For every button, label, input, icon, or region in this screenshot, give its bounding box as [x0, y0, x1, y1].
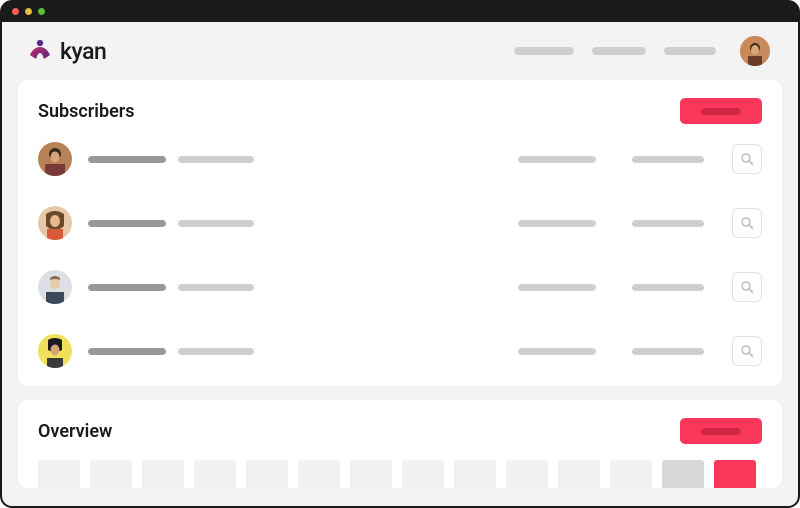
avatar: [38, 206, 72, 240]
tile[interactable]: [402, 460, 444, 488]
tile[interactable]: [506, 460, 548, 488]
subscriber-col-placeholder: [518, 348, 596, 355]
app-header: kyan: [2, 22, 798, 80]
row-search-button[interactable]: [732, 336, 762, 366]
overview-card: Overview: [18, 400, 782, 488]
subscriber-col-placeholder: [518, 156, 596, 163]
overview-primary-button[interactable]: [680, 418, 762, 444]
tile[interactable]: [194, 460, 236, 488]
subscribers-primary-button[interactable]: [680, 98, 762, 124]
window-minimize-dot[interactable]: [25, 8, 32, 15]
tile[interactable]: [610, 460, 652, 488]
search-icon: [740, 152, 754, 166]
nav-item[interactable]: [514, 47, 574, 55]
tile[interactable]: [90, 460, 132, 488]
subscriber-sub-placeholder: [178, 284, 254, 291]
subscriber-col-placeholder: [518, 220, 596, 227]
window-close-dot[interactable]: [12, 8, 19, 15]
list-item[interactable]: [38, 270, 762, 304]
list-item[interactable]: [38, 334, 762, 368]
subscriber-col-placeholder: [632, 348, 704, 355]
subscriber-col-placeholder: [632, 156, 704, 163]
subscriber-col-placeholder: [632, 284, 704, 291]
window-maximize-dot[interactable]: [38, 8, 45, 15]
tile[interactable]: [38, 460, 80, 488]
tile[interactable]: [298, 460, 340, 488]
tile[interactable]: [558, 460, 600, 488]
tile-active[interactable]: [714, 460, 756, 488]
avatar: [38, 270, 72, 304]
subscriber-sub-placeholder: [178, 220, 254, 227]
tile[interactable]: [142, 460, 184, 488]
row-search-button[interactable]: [732, 144, 762, 174]
list-item[interactable]: [38, 142, 762, 176]
search-icon: [740, 280, 754, 294]
logo-icon: [26, 37, 54, 65]
tile[interactable]: [454, 460, 496, 488]
subscriber-name-placeholder: [88, 220, 166, 227]
subscribers-title: Subscribers: [38, 101, 135, 122]
top-nav: [514, 47, 716, 55]
avatar: [38, 142, 72, 176]
brand-logo[interactable]: kyan: [26, 37, 106, 65]
search-icon: [740, 216, 754, 230]
brand-name: kyan: [60, 38, 106, 65]
subscriber-sub-placeholder: [178, 156, 254, 163]
row-search-button[interactable]: [732, 272, 762, 302]
overview-tiles: [38, 460, 762, 488]
tile[interactable]: [662, 460, 704, 488]
tile[interactable]: [350, 460, 392, 488]
subscriber-col-placeholder: [518, 284, 596, 291]
tile[interactable]: [246, 460, 288, 488]
nav-item[interactable]: [592, 47, 646, 55]
user-avatar[interactable]: [740, 36, 770, 66]
subscribers-list: [38, 142, 762, 368]
window-title-bar: [0, 0, 800, 22]
subscriber-name-placeholder: [88, 348, 166, 355]
overview-title: Overview: [38, 421, 112, 442]
subscriber-name-placeholder: [88, 284, 166, 291]
subscribers-card: Subscribers: [18, 80, 782, 386]
search-icon: [740, 344, 754, 358]
avatar: [38, 334, 72, 368]
subscriber-name-placeholder: [88, 156, 166, 163]
subscriber-sub-placeholder: [178, 348, 254, 355]
list-item[interactable]: [38, 206, 762, 240]
subscriber-col-placeholder: [632, 220, 704, 227]
nav-item[interactable]: [664, 47, 716, 55]
row-search-button[interactable]: [732, 208, 762, 238]
